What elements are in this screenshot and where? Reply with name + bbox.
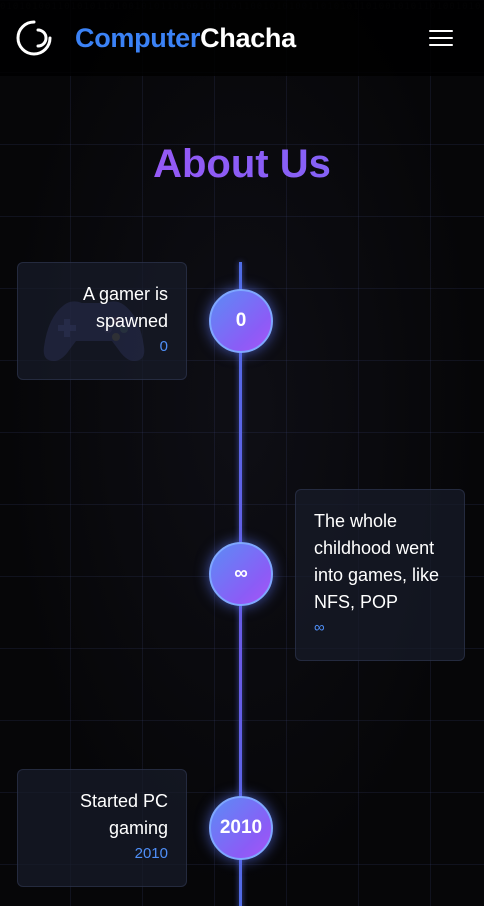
- menu-bar-middle: [429, 37, 453, 39]
- menu-bar-top: [429, 30, 453, 32]
- navbar: ComputerChacha: [0, 0, 484, 76]
- timeline-node-1: ∞: [209, 542, 273, 606]
- timeline-card-1: The whole childhood went into games, lik…: [295, 489, 465, 661]
- timeline-card-year: 0: [159, 338, 168, 355]
- brand-part-chacha: Chacha: [200, 22, 296, 53]
- brand-part-computer: Computer: [75, 22, 201, 53]
- page: 0101010011010101101001010110100101010110…: [0, 0, 484, 906]
- timeline-card-0: A gamer is spawned 0: [17, 262, 187, 380]
- hamburger-menu-icon[interactable]: [429, 27, 453, 49]
- timeline-card-title: The whole childhood went into games, lik…: [314, 511, 440, 612]
- timeline-card-year: ∞: [314, 619, 325, 636]
- timeline-node-0: 0: [209, 289, 273, 353]
- timeline-card-title: A gamer is spawned: [82, 284, 168, 331]
- brand-logo-text[interactable]: ComputerChacha: [75, 23, 296, 54]
- timeline-card-year: 2010: [134, 845, 168, 862]
- circle-loader-logo-icon[interactable]: [16, 20, 52, 56]
- timeline-node-2: 2010: [209, 796, 273, 860]
- about-us-heading: About Us: [0, 142, 484, 187]
- timeline-card-title: Started PC gaming: [79, 791, 168, 838]
- menu-bar-bottom: [429, 44, 453, 46]
- timeline-card-2: Started PC gaming 2010: [17, 769, 187, 887]
